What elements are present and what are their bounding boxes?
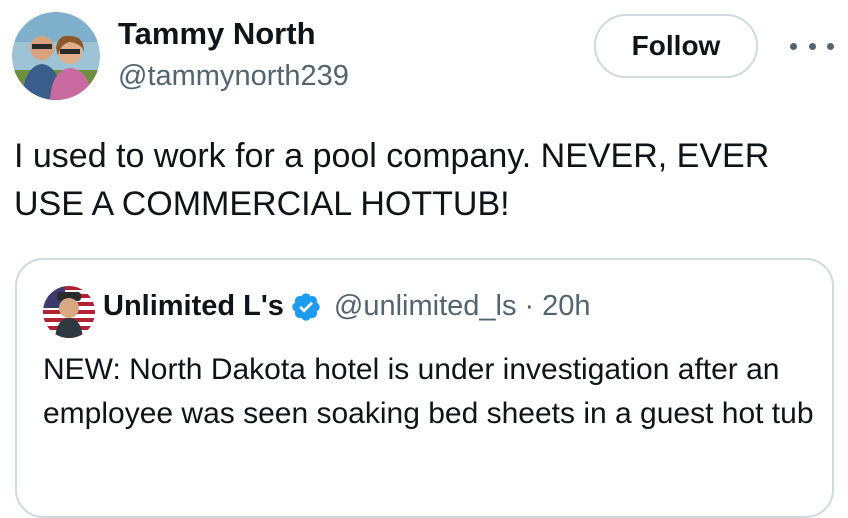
quote-text: NEW: North Dakota hotel is under investi…	[43, 353, 814, 430]
quote-author-avatar[interactable]	[43, 286, 95, 338]
more-dot	[827, 42, 834, 50]
quote-author-name[interactable]: Unlimited L's	[103, 290, 284, 323]
quote-tweet-card[interactable]: Unlimited L's @unlimited_ls · 20h NEW: N…	[15, 258, 834, 518]
quote-timestamp[interactable]: 20h	[542, 290, 590, 323]
quote-author-handle[interactable]: @unlimited_ls	[334, 290, 517, 323]
tweet-text: I used to work for a pool company. NEVER…	[14, 137, 770, 223]
tweet: Tammy North @tammynorth239 Follow I used…	[0, 0, 848, 518]
author-handle[interactable]: @tammynorth239	[118, 60, 349, 93]
separator-dot: ·	[524, 290, 535, 322]
author-name[interactable]: Tammy North	[118, 16, 316, 52]
author-avatar[interactable]	[12, 12, 100, 100]
follow-button[interactable]: Follow	[594, 14, 758, 78]
quote-header: Unlimited L's @unlimited_ls · 20h	[103, 290, 591, 323]
more-icon[interactable]	[790, 34, 834, 58]
more-dot	[808, 42, 816, 50]
more-dot	[790, 42, 797, 50]
verified-badge-icon	[290, 291, 322, 323]
